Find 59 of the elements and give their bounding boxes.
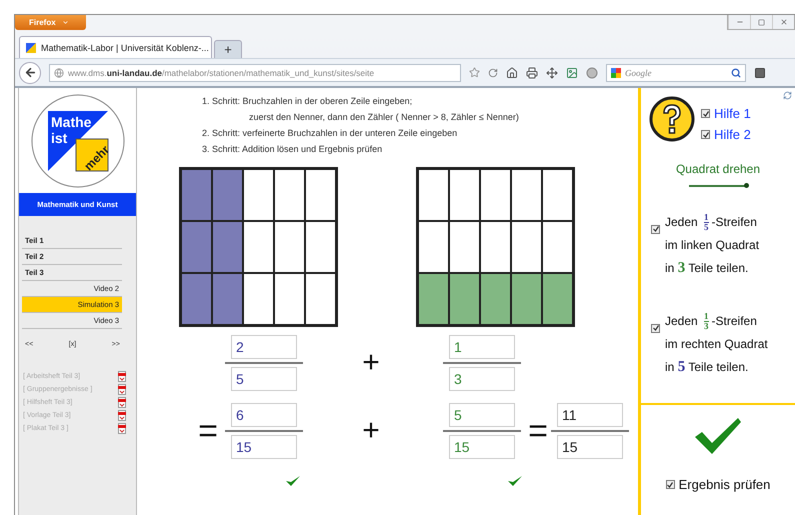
pdf-icon[interactable] [118,422,126,434]
pdf-icon[interactable] [118,370,126,382]
caret-icon [62,19,69,26]
restore-icon [758,18,765,26]
browser-tab[interactable]: Mathematik-Labor | Universität Koblenz-... [19,36,212,58]
image-icon[interactable] [566,66,578,78]
numerator-field[interactable]: 1 [449,335,515,359]
restore-button[interactable] [750,15,772,29]
back-arrow-icon [24,66,36,79]
pdf-icon[interactable] [118,410,126,420]
pdf-icon[interactable] [118,396,126,408]
logo-text: Mathe [50,114,91,130]
favicon-icon [26,42,36,52]
numerator-field[interactable]: 5 [449,403,515,427]
checkbox[interactable] [651,324,660,332]
numerator-field[interactable]: 11 [557,403,623,427]
refresh-icon[interactable] [783,91,792,100]
print-icon[interactable] [526,66,538,78]
denominator-field[interactable]: 15 [449,435,515,459]
search-icon[interactable] [731,68,741,78]
numerator-field[interactable]: 6 [231,403,297,427]
back-button[interactable] [19,62,41,84]
search-engine-icon [611,68,621,78]
move-icon[interactable] [546,66,558,78]
instruction-text: 1. Schritt: Bruchzahlen in der oberen Zeile eingeben; [202,95,414,108]
operator-sign: + [361,348,381,378]
instruction-text: zuerst den Nenner, dann den Zähler ( Nenner > 8, Zähler ≤ Nenner) [248,111,520,124]
checkbox[interactable] [701,109,710,118]
home-icon[interactable] [506,66,518,78]
denominator-field[interactable]: 15 [557,435,623,459]
checkbox[interactable] [666,480,675,489]
address-bar[interactable]: www.dms.uni-landau.de/mathelabor/stationen/mathematik_und_kunst/sites/seite [49,64,461,82]
pdf-icon[interactable] [118,384,126,394]
operator-sign: + [361,416,381,446]
denominator-field[interactable]: 5 [231,367,297,391]
check-icon [694,417,742,455]
new-tab-button[interactable]: + [214,40,242,58]
logo-text: ist [50,130,67,146]
help-link[interactable]: Hilfe 1 [714,106,751,121]
checkbox[interactable] [701,130,710,139]
help-icon[interactable] [649,96,695,142]
instruction-text: 3. Schritt: Addition lösen und Ergebnis prüfen [202,143,384,156]
slider-label: Quadrat drehen [676,162,760,176]
instruction-text: 2. Schritt: verfeinerte Bruchzahlen in der unteren Zeile eingeben [202,127,458,140]
help-link[interactable]: Hilfe 2 [714,127,751,142]
check-result-label[interactable]: Ergebnis prüfen [678,477,770,492]
search-field[interactable]: Google [606,64,746,82]
denominator-field[interactable]: 3 [449,367,515,391]
checkbox[interactable] [651,224,660,234]
denominator-field[interactable]: 15 [231,435,297,459]
close-icon [780,18,788,26]
bookmark-star-icon[interactable] [469,67,480,78]
globe-icon [54,68,64,78]
menu-icon[interactable] [754,66,766,78]
numerator-field[interactable]: 2 [231,335,297,359]
operator-sign: = [197,414,219,448]
operator-sign: = [527,414,549,448]
reload-icon[interactable] [488,68,498,78]
circle-icon[interactable] [586,66,598,78]
